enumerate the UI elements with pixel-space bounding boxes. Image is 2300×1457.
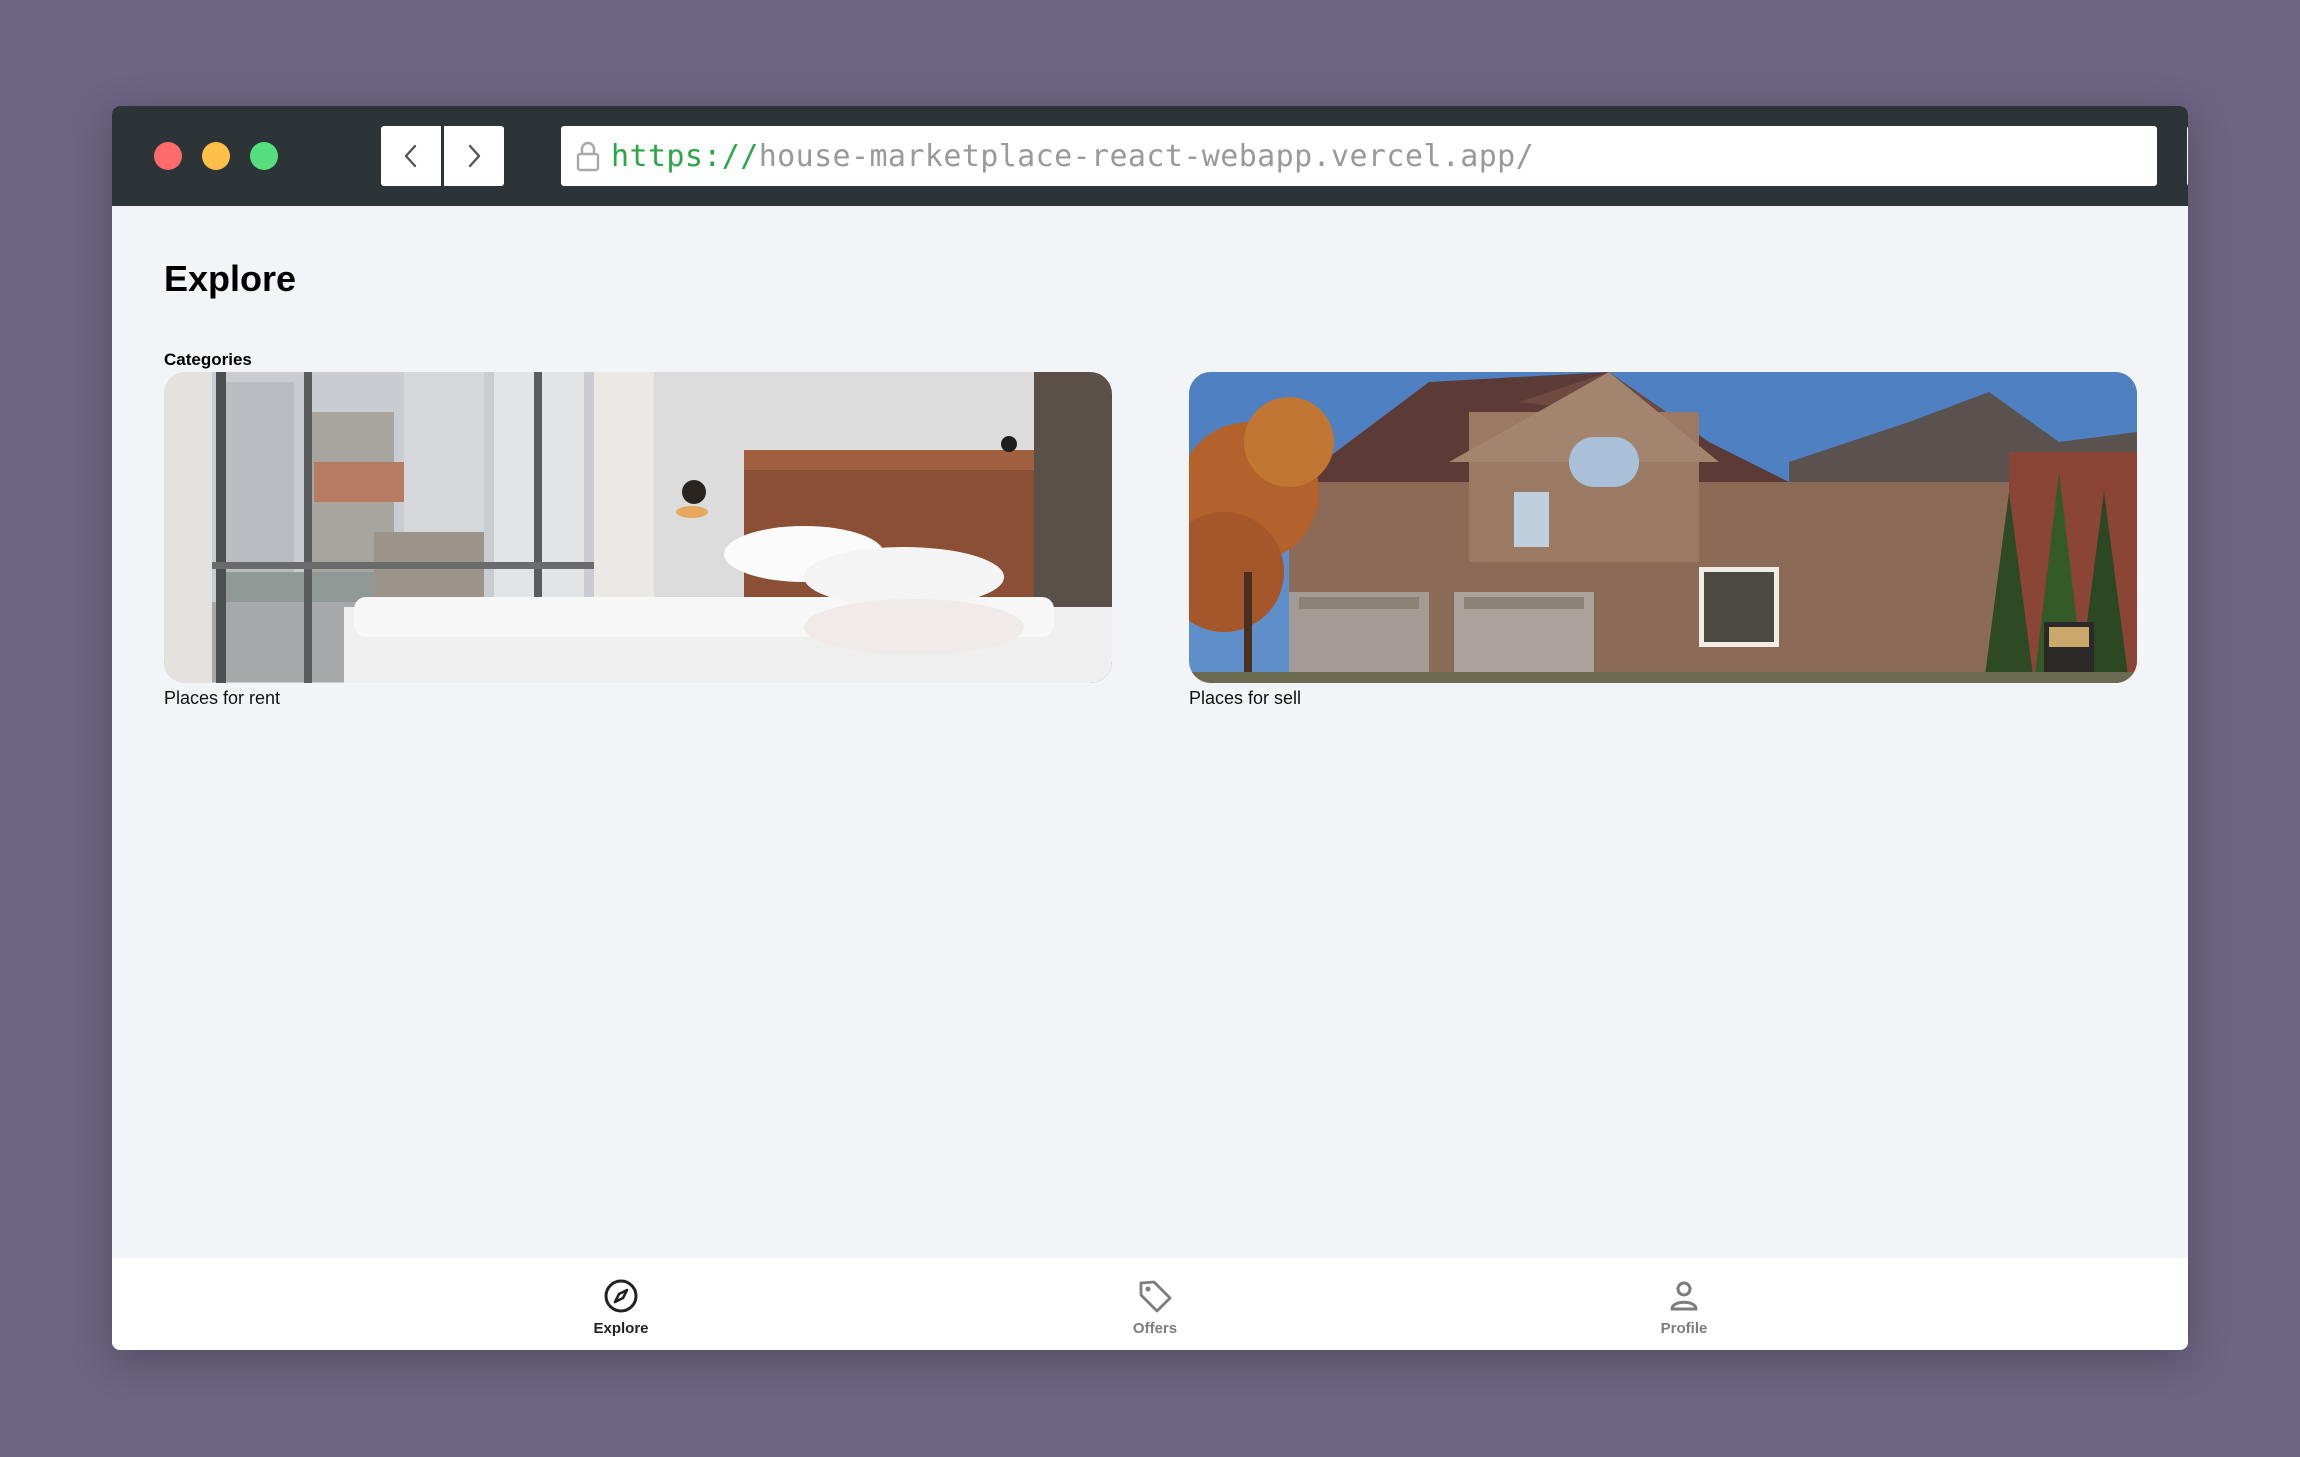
maximize-window-button[interactable] bbox=[250, 142, 278, 170]
tag-icon bbox=[1139, 1280, 1172, 1313]
browser-window: https://house-marketplace-react-webapp.v… bbox=[112, 106, 2188, 1350]
url-text: https://house-marketplace-react-webapp.v… bbox=[611, 139, 1534, 174]
person-icon bbox=[1670, 1281, 1698, 1311]
settings-button[interactable] bbox=[2187, 126, 2188, 186]
category-rent-label: Places for rent bbox=[164, 688, 281, 708]
chevron-left-icon bbox=[404, 144, 417, 168]
category-sell-label: Places for sell bbox=[1189, 688, 1302, 708]
minimize-window-button[interactable] bbox=[202, 142, 230, 170]
tab-offers-label: Offers bbox=[1132, 1320, 1178, 1337]
chevron-right-icon bbox=[468, 144, 481, 168]
browser-toolbar: https://house-marketplace-react-webapp.v… bbox=[112, 106, 2188, 206]
category-rent-image[interactable] bbox=[164, 372, 1112, 683]
url-scheme: https:// bbox=[611, 138, 759, 174]
category-sell-image[interactable] bbox=[1189, 372, 2137, 683]
category-sell[interactable]: Places for sell bbox=[1189, 372, 2137, 709]
tab-profile-label: Profile bbox=[1660, 1320, 1708, 1337]
compass-icon bbox=[604, 1279, 638, 1313]
tab-explore-label: Explore bbox=[593, 1320, 649, 1337]
forward-button[interactable] bbox=[444, 126, 504, 186]
categories-heading: Categories bbox=[164, 350, 252, 369]
bottom-navbar: Explore Offers Profile bbox=[112, 1258, 2188, 1350]
address-bar[interactable]: https://house-marketplace-react-webapp.v… bbox=[561, 126, 2157, 186]
explore-page: Explore Categories Places for rent Place… bbox=[112, 206, 2188, 1258]
tab-offers[interactable]: Offers bbox=[1085, 1278, 1225, 1337]
page-title: Explore bbox=[164, 258, 297, 299]
close-window-button[interactable] bbox=[154, 142, 182, 170]
tab-explore[interactable]: Explore bbox=[551, 1278, 691, 1337]
lock-icon bbox=[573, 139, 603, 173]
back-button[interactable] bbox=[381, 126, 441, 186]
category-rent[interactable]: Places for rent bbox=[164, 372, 1112, 709]
url-host: house-marketplace-react-webapp.vercel.ap… bbox=[758, 138, 1535, 174]
tab-profile[interactable]: Profile bbox=[1614, 1278, 1754, 1337]
